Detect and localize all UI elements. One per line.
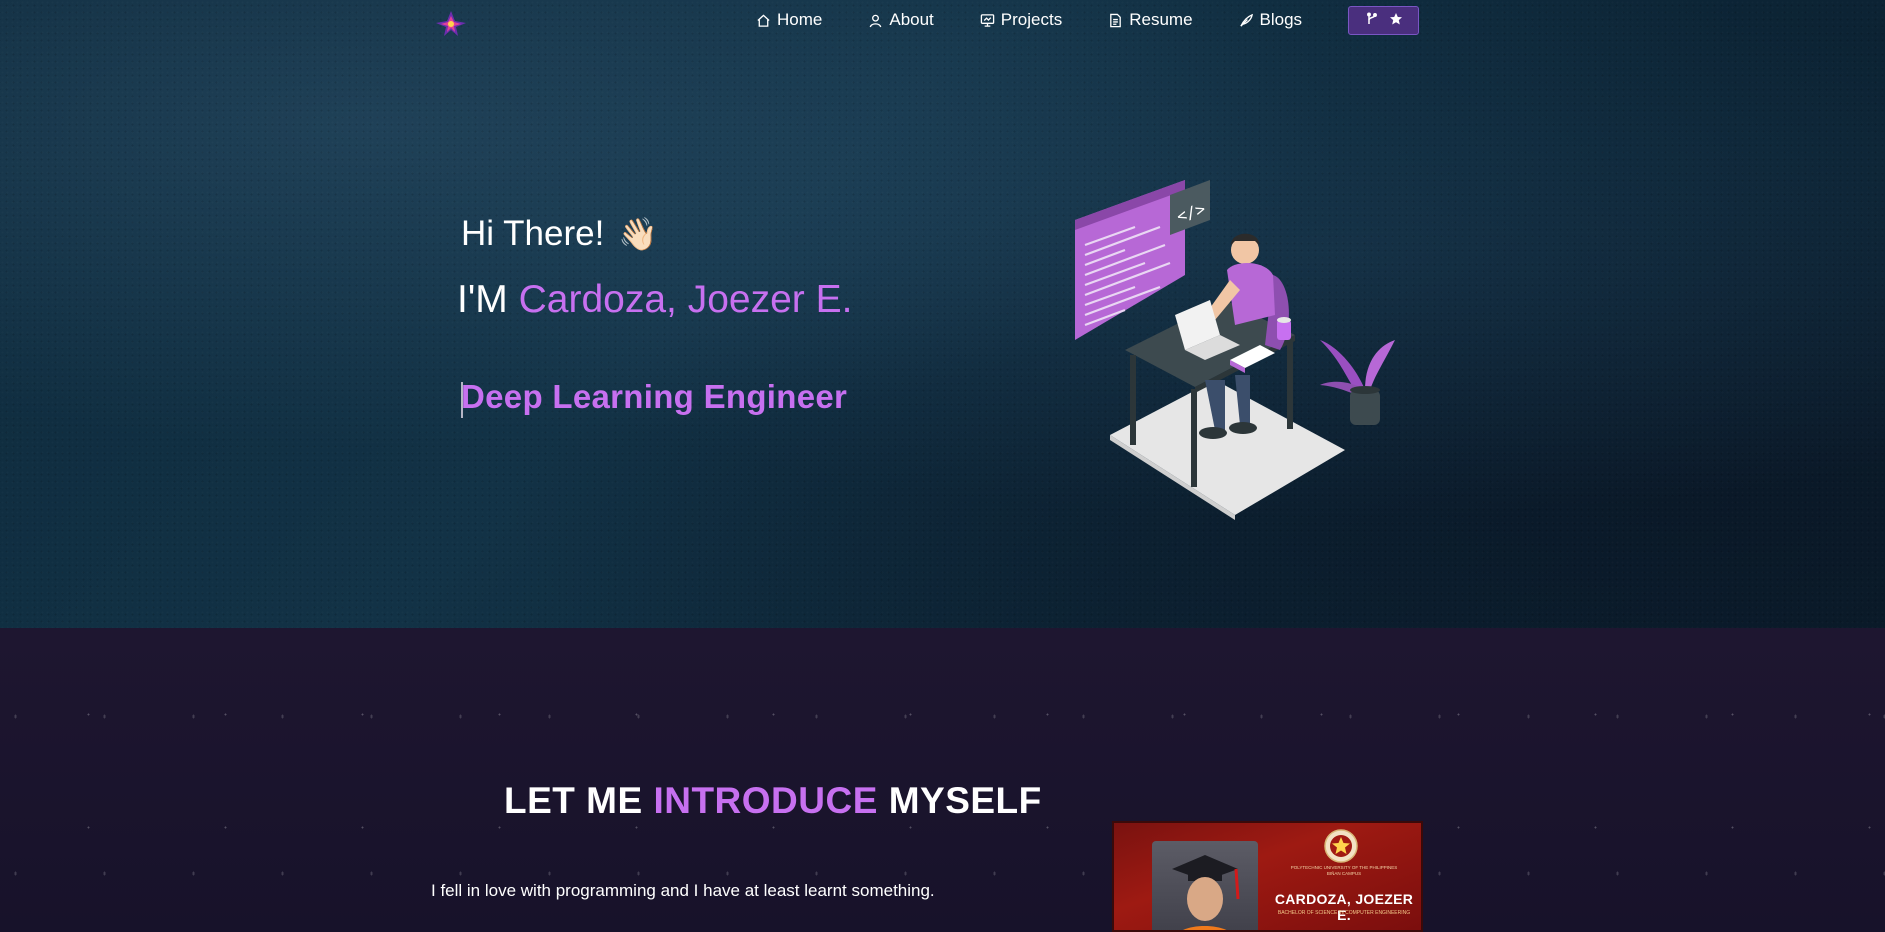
github-star-button[interactable] — [1348, 5, 1420, 35]
developer-illustration: </> — [1075, 180, 1395, 520]
about-title-part2: MYSELF — [888, 780, 1042, 821]
site-logo[interactable] — [432, 8, 470, 38]
nav-about[interactable]: About — [868, 10, 934, 30]
star-icon — [1389, 11, 1403, 30]
nav-projects-label: Projects — [1000, 10, 1063, 29]
hero-role: Deep Learning Engineer — [461, 378, 848, 415]
nav-projects[interactable]: Projects — [980, 10, 1062, 30]
presentation-icon — [980, 13, 995, 28]
nav-home[interactable]: Home — [756, 10, 822, 30]
hero-name: Cardoza, Joezer E. — [518, 278, 853, 321]
nav-resume[interactable]: Resume — [1108, 10, 1193, 30]
background-texture — [0, 0, 1885, 628]
main-nav: Home About Projects Resume Blogs — [756, 0, 1420, 40]
about-title-part1: LET ME — [504, 780, 643, 821]
graduate-portrait — [1152, 841, 1258, 930]
user-icon — [868, 13, 883, 28]
nav-about-label: About — [889, 10, 934, 29]
about-title: LET ME INTRODUCE MYSELF — [504, 780, 1042, 822]
git-fork-icon — [1365, 11, 1379, 30]
grad-name: CARDOZA, JOEZER E. — [1274, 891, 1414, 923]
wave-icon: 👋🏻 — [618, 216, 659, 252]
iam-prefix: I'M — [457, 278, 508, 321]
home-icon — [756, 13, 771, 28]
nav-blogs-label: Blogs — [1259, 10, 1303, 29]
about-title-highlight: INTRODUCE — [653, 780, 878, 821]
document-icon — [1108, 13, 1123, 28]
about-intro-text: I fell in love with programming and I ha… — [431, 881, 935, 900]
hero-greeting: Hi There! 👋🏻 — [461, 214, 658, 254]
hero-name-heading: I'M Cardoza, Joezer E. — [457, 278, 852, 322]
grad-university: POLYTECHNIC UNIVERSITY OF THE PHILIPPINE… — [1290, 865, 1398, 876]
greeting-text: Hi There! — [461, 214, 605, 253]
about-section: LET ME INTRODUCE MYSELF I fell in love w… — [0, 628, 1885, 932]
hero-section: Home About Projects Resume Blogs Hi Ther… — [0, 0, 1885, 628]
grad-degree: BACHELOR OF SCIENCE IN COMPUTER ENGINEER… — [1277, 910, 1411, 916]
nav-blogs[interactable]: Blogs — [1239, 10, 1303, 30]
university-seal — [1324, 829, 1358, 863]
nav-home-label: Home — [777, 10, 823, 29]
nav-resume-label: Resume — [1129, 10, 1193, 29]
graduation-photo: POLYTECHNIC UNIVERSITY OF THE PHILIPPINE… — [1112, 821, 1423, 932]
feather-icon — [1239, 13, 1254, 28]
